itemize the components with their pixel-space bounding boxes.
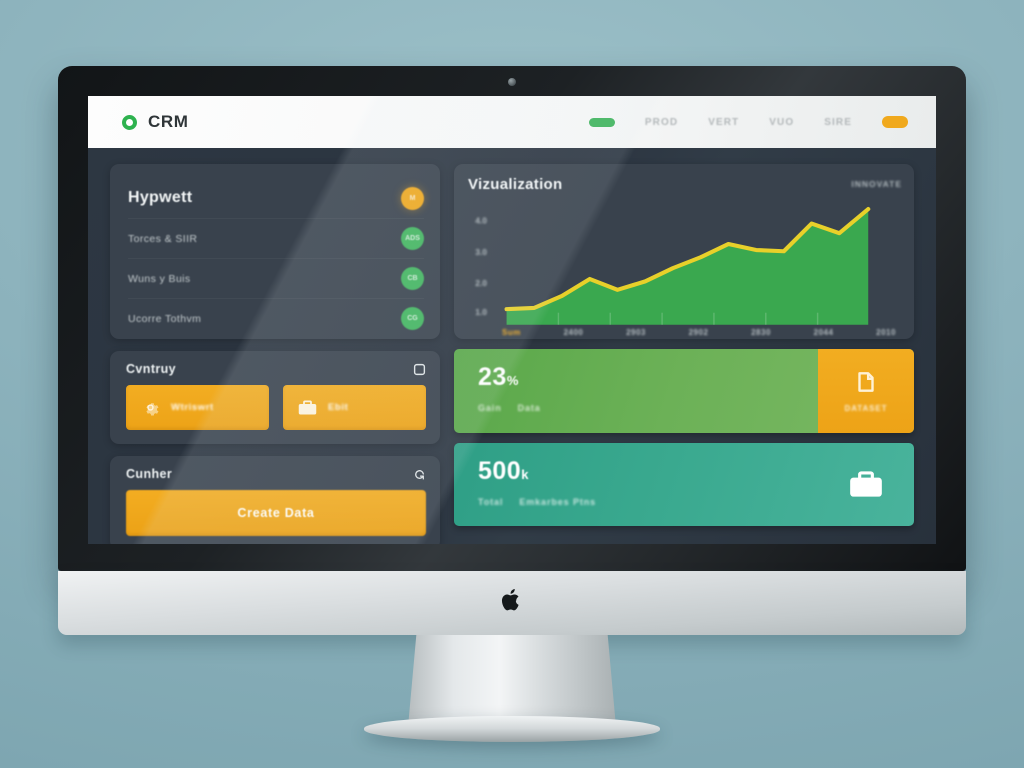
left-column: Hypwett M Torces & SIIR ADS Wuns y Buis … [110, 164, 440, 544]
chart-panel: Vizualization INNOVATE 4.0 3.0 2.0 1.0 S… [454, 164, 914, 339]
create-panel-title: Cunher [126, 467, 173, 481]
stat-value-number: 500 [478, 456, 522, 485]
apple-logo-icon [501, 589, 519, 611]
actions-panel: Cvntruy Wtriswrt Ebit [110, 351, 440, 444]
status-badge: ADS [401, 227, 424, 250]
list-item-label: Ucorre Tothvm [128, 312, 202, 325]
stat-sub-left: Gain [478, 403, 502, 413]
stat-card-subtext: Total Emkarbes Ptns [478, 497, 818, 507]
x-axis-tick: 2830 [751, 327, 771, 337]
stat-sub-right: Data [517, 403, 541, 413]
create-panel-header: Cunher [126, 467, 426, 481]
y-axis-tick: 4.0 [475, 216, 487, 226]
create-data-button[interactable]: Create Data [126, 490, 426, 536]
monitor-stand-neck [408, 635, 616, 727]
webcam-dot-icon [508, 78, 516, 86]
stat-card-percentage[interactable]: 23% Gain Data DATASET [454, 349, 914, 433]
chart-title: Vizualization [468, 176, 563, 193]
list-item[interactable]: Hypwett M [128, 178, 424, 218]
orange-pill-indicator[interactable] [882, 116, 908, 128]
list-item[interactable]: Torces & SIIR ADS [128, 218, 424, 258]
green-pill-indicator[interactable] [588, 117, 615, 127]
stat-card-body: 23% Gain Data [454, 349, 818, 433]
stat-card-total[interactable]: 500k Total Emkarbes Ptns [454, 442, 914, 527]
monitor-chin [58, 571, 966, 635]
x-axis-tick: 2010 [876, 327, 896, 337]
monitor-stand-base [364, 716, 660, 742]
edit-button-label: Ebit [328, 402, 349, 413]
chart-legend: INNOVATE [851, 179, 902, 189]
monitor: CRM PROD VERT VUO SIRE Hypwett M Torces … [58, 66, 966, 571]
x-axis-tick: 2903 [626, 327, 646, 337]
chart-header: Vizualization INNOVATE [468, 176, 902, 193]
stat-card-side-panel[interactable]: DATASET [818, 349, 914, 433]
create-panel: Cunher Create Data [110, 456, 440, 544]
stat-card-side-label: DATASET [844, 403, 888, 413]
dashboard: Hypwett M Torces & SIIR ADS Wuns y Buis … [88, 148, 936, 544]
status-badge: CB [401, 267, 424, 290]
stat-value-unit: % [506, 373, 519, 388]
list-item-label: Torces & SIIR [128, 232, 198, 245]
list-item[interactable]: Wuns y Buis CB [128, 258, 424, 298]
list-panel: Hypwett M Torces & SIIR ADS Wuns y Buis … [110, 164, 440, 339]
actions-panel-header: Cvntruy [126, 362, 426, 376]
stat-value-unit: k [521, 466, 529, 482]
list-item[interactable]: Ucorre Tothvm CG [128, 298, 424, 338]
square-outline-icon[interactable] [413, 363, 426, 376]
list-item-label: Wuns y Buis [128, 272, 191, 285]
brand[interactable]: CRM [122, 112, 189, 132]
nav-link-vuo[interactable]: VUO [769, 117, 794, 128]
x-axis-labels: Sum 2400 2903 2902 2830 2044 2010 [468, 325, 902, 337]
briefcase-icon [298, 400, 317, 415]
gear-icon [146, 403, 159, 416]
actions-panel-title: Cvntruy [126, 362, 177, 376]
y-axis-tick: 3.0 [475, 247, 487, 257]
area-chart: 4.0 3.0 2.0 1.0 [468, 197, 902, 325]
stat-card-icon-area [818, 443, 914, 527]
briefcase-icon [850, 471, 882, 497]
edit-button[interactable]: Ebit [283, 385, 426, 430]
status-badge: CG [401, 307, 424, 330]
stat-value-number: 23 [478, 363, 507, 391]
x-axis-tick: 2902 [688, 327, 709, 337]
nav-link-sire[interactable]: SIRE [824, 117, 852, 128]
status-badge: M [401, 186, 424, 210]
x-axis-tick: 2044 [813, 327, 834, 337]
document-icon [858, 371, 874, 392]
nav-link-prod[interactable]: PROD [645, 117, 678, 128]
y-axis-tick: 1.0 [475, 307, 487, 317]
settings-button-label: Wtriswrt [171, 402, 214, 413]
actions-button-row: Wtriswrt Ebit [126, 385, 426, 430]
x-axis-tick: Sum [502, 327, 521, 337]
top-navigation-bar: CRM PROD VERT VUO SIRE [88, 96, 936, 148]
list-item-label: Hypwett [128, 189, 193, 206]
stat-card-value: 500k [478, 456, 818, 485]
stat-card-body: 500k Total Emkarbes Ptns [454, 443, 818, 527]
stat-sub-right: Emkarbes Ptns [519, 496, 597, 507]
settings-button[interactable]: Wtriswrt [126, 385, 269, 430]
right-column: Vizualization INNOVATE 4.0 3.0 2.0 1.0 S… [454, 164, 914, 526]
x-axis-tick: 2400 [563, 327, 584, 337]
stat-card-value: 23% [478, 365, 818, 390]
stat-sub-left: Total [478, 496, 504, 507]
y-axis-tick: 2.0 [475, 278, 487, 288]
nav-links: PROD VERT VUO SIRE [588, 116, 908, 128]
screen: CRM PROD VERT VUO SIRE Hypwett M Torces … [88, 96, 936, 544]
nav-link-vert[interactable]: VERT [708, 117, 739, 128]
stat-card-subtext: Gain Data [478, 403, 818, 413]
refresh-icon[interactable] [413, 468, 426, 481]
circle-ring-logo-icon [122, 114, 137, 130]
brand-name: CRM [148, 112, 189, 131]
